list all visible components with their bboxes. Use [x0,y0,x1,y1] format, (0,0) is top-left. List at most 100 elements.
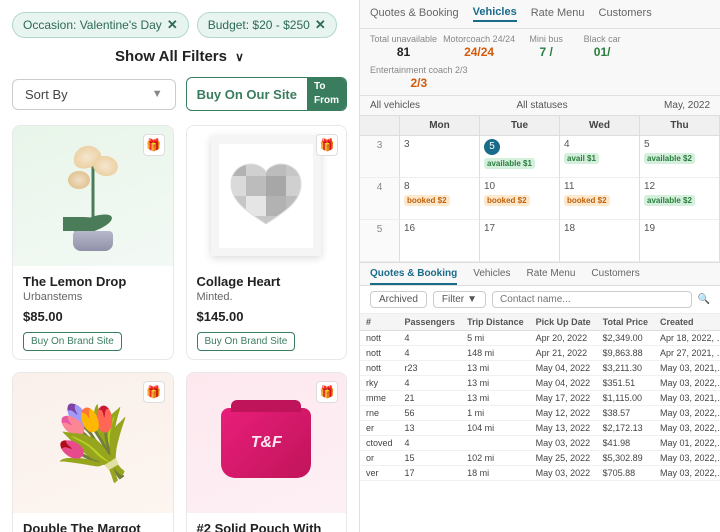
products-grid: 🎁 The Lemon Drop Urbanstems $85.00 Buy O… [12,125,347,532]
table-row[interactable]: mme2113 miMay 17, 2022$1,115.00May 03, 2… [360,390,720,405]
sort-by-select[interactable]: Sort By ▼ [12,79,176,110]
tab-customers[interactable]: Customers [599,7,652,21]
tue-header: Tue [480,116,560,135]
tab-quotes-booking-bottom[interactable]: Quotes & Booking [370,268,457,285]
week-col-header [360,116,400,135]
table-row[interactable]: rne561 miMay 12, 2022$38.57May 03, 2022,… [360,405,720,420]
product-card[interactable]: 💐 🎁 Double The Margot Urbanstems $95.00 … [12,372,174,532]
buy-btn-to-from-toggle[interactable]: To From [307,78,346,110]
mon-header: Mon [400,116,480,135]
pouch-illustration: T&F [221,408,311,478]
gift-icon: 🎁 [143,381,165,403]
product-info: Collage Heart Minted. $145.00 Buy On Bra… [187,266,347,359]
show-all-filters-button[interactable]: Show All Filters ∨ [12,48,347,65]
filter-caret-icon: ▼ [467,294,477,305]
week-number: 5 [360,220,400,262]
gift-icon: 🎁 [143,134,165,156]
stat-motorcoach: Motorcoach 24/24 24/24 [443,34,515,59]
calendar-day[interactable]: 12 available $2 [640,178,720,220]
calendar-day[interactable]: 17 [480,220,560,262]
current-month: May, 2022 [664,100,710,111]
filter-button[interactable]: Filter ▼ [433,291,486,308]
product-image: 💐 🎁 [13,373,173,513]
table-row[interactable]: ver1718 miMay 03, 2022$705.88May 03, 202… [360,465,720,480]
month-navigation: All vehicles All statuses May, 2022 [360,96,720,116]
calendar-day[interactable]: 8 booked $2 [400,178,480,220]
occasion-filter-tag[interactable]: Occasion: Valentine's Day ✕ [12,12,189,38]
week-number: 4 [360,178,400,220]
calendar-day[interactable]: 18 [560,220,640,262]
right-panel: Quotes & Booking Vehicles Rate Menu Cust… [360,0,720,532]
available-badge: available $2 [644,153,695,164]
col-header-pickup-date: Pick Up Date [530,314,597,331]
collage-heart-illustration [211,136,321,256]
gift-icon: 🎁 [316,381,338,403]
table-row[interactable]: nott45 miApr 20, 2022$2,349.00Apr 18, 20… [360,330,720,345]
table-row[interactable]: rky413 miMay 04, 2022$351.51May 03, 2022… [360,375,720,390]
calendar-day[interactable]: 19 [640,220,720,262]
stat-mini-bus: Mini bus 7 / [521,34,571,59]
budget-filter-tag[interactable]: Budget: $20 - $250 ✕ [197,12,337,38]
buy-on-brand-site-button[interactable]: Buy On Brand Site [23,332,122,351]
calendar-day[interactable]: 16 [400,220,480,262]
right-top-nav: Quotes & Booking Vehicles Rate Menu Cust… [360,0,720,29]
tab-rate-menu-bottom[interactable]: Rate Menu [526,268,575,285]
product-info: Double The Margot Urbanstems $95.00 Buy … [13,513,173,532]
table-row[interactable]: nott4148 miApr 21, 2022$9,863.88Apr 27, … [360,345,720,360]
product-card[interactable]: 🎁 Collage Heart Minted. $145.00 Buy On B… [186,125,348,360]
calendar-day[interactable]: 11 booked $2 [560,178,640,220]
orchid-illustration [58,141,128,251]
table-row[interactable]: nottr2313 miMay 04, 2022$3,211.30May 03,… [360,360,720,375]
all-statuses-label: All statuses [516,100,567,111]
col-header-passengers: Passengers [399,314,462,331]
table-row[interactable]: ctoved4May 03, 2022$41.98May 01, 2022, 0… [360,435,720,450]
gift-icon: 🎁 [316,134,338,156]
table-row[interactable]: or15102 miMay 25, 2022$5,302.89May 03, 2… [360,450,720,465]
booked-badge: booked $2 [484,195,530,206]
tab-vehicles[interactable]: Vehicles [473,6,517,22]
available-badge: available $2 [644,195,695,206]
bottom-tabs: Quotes & Booking Vehicles Rate Menu Cust… [360,263,720,286]
col-header-created: Created [654,314,720,331]
tab-rate-menu[interactable]: Rate Menu [531,7,585,21]
tab-vehicles-bottom[interactable]: Vehicles [473,268,510,285]
calendar-day[interactable]: 5 available $2 [640,136,720,178]
calendar-week-1: 3 3 5 available $1 4 avail $1 5 availabl… [360,136,720,178]
col-header-trip-distance: Trip Distance [461,314,530,331]
stat-black-car: Black car 01/ [577,34,627,59]
all-vehicles-label: All vehicles [370,100,420,111]
sort-caret-icon: ▼ [152,88,163,100]
buy-on-brand-site-button[interactable]: Buy On Brand Site [197,332,296,351]
product-image: 🎁 [187,126,347,266]
product-card[interactable]: T&F 🎁 #2 Solid Pouch With In... T&F $95.… [186,372,348,532]
controls-row: Sort By ▼ Buy On Our Site To From [12,77,347,111]
calendar-header: Mon Tue Wed Thu [360,116,720,136]
product-info: The Lemon Drop Urbanstems $85.00 Buy On … [13,266,173,359]
col-header-total-price: Total Price [597,314,654,331]
calendar-day[interactable]: 3 [400,136,480,178]
occasion-filter-label: Occasion: Valentine's Day [23,18,162,32]
calendar-day[interactable]: 10 booked $2 [480,178,560,220]
archived-button[interactable]: Archived [370,291,427,308]
product-card[interactable]: 🎁 The Lemon Drop Urbanstems $85.00 Buy O… [12,125,174,360]
occasion-filter-close[interactable]: ✕ [167,17,178,33]
buy-on-our-site-button[interactable]: Buy On Our Site To From [186,77,347,111]
table-row[interactable]: er13104 miMay 13, 2022$2,172.13May 03, 2… [360,420,720,435]
calendar-week-3: 5 16 17 18 19 [360,220,720,262]
col-header-num: # [360,314,399,331]
budget-filter-close[interactable]: ✕ [315,17,326,33]
calendar-day-today[interactable]: 5 available $1 [480,136,560,178]
calendar-week-2: 4 8 booked $2 10 booked $2 11 booked $2 … [360,178,720,220]
tab-quotes-booking[interactable]: Quotes & Booking [370,7,459,21]
roses-illustration: 💐 [49,408,136,478]
thu-header: Thu [640,116,720,135]
tab-customers-bottom[interactable]: Customers [591,268,639,285]
stat-entertainment-coach: Entertainment coach 2/3 2/3 [370,65,468,90]
show-filters-chevron-icon: ∨ [235,50,244,64]
calendar-day[interactable]: 4 avail $1 [560,136,640,178]
contact-search-input[interactable] [492,291,692,308]
booked-badge: booked $2 [404,195,450,206]
wed-header: Wed [560,116,640,135]
week-number: 3 [360,136,400,178]
stat-total-unavailable: Total unavailable 81 [370,34,437,59]
